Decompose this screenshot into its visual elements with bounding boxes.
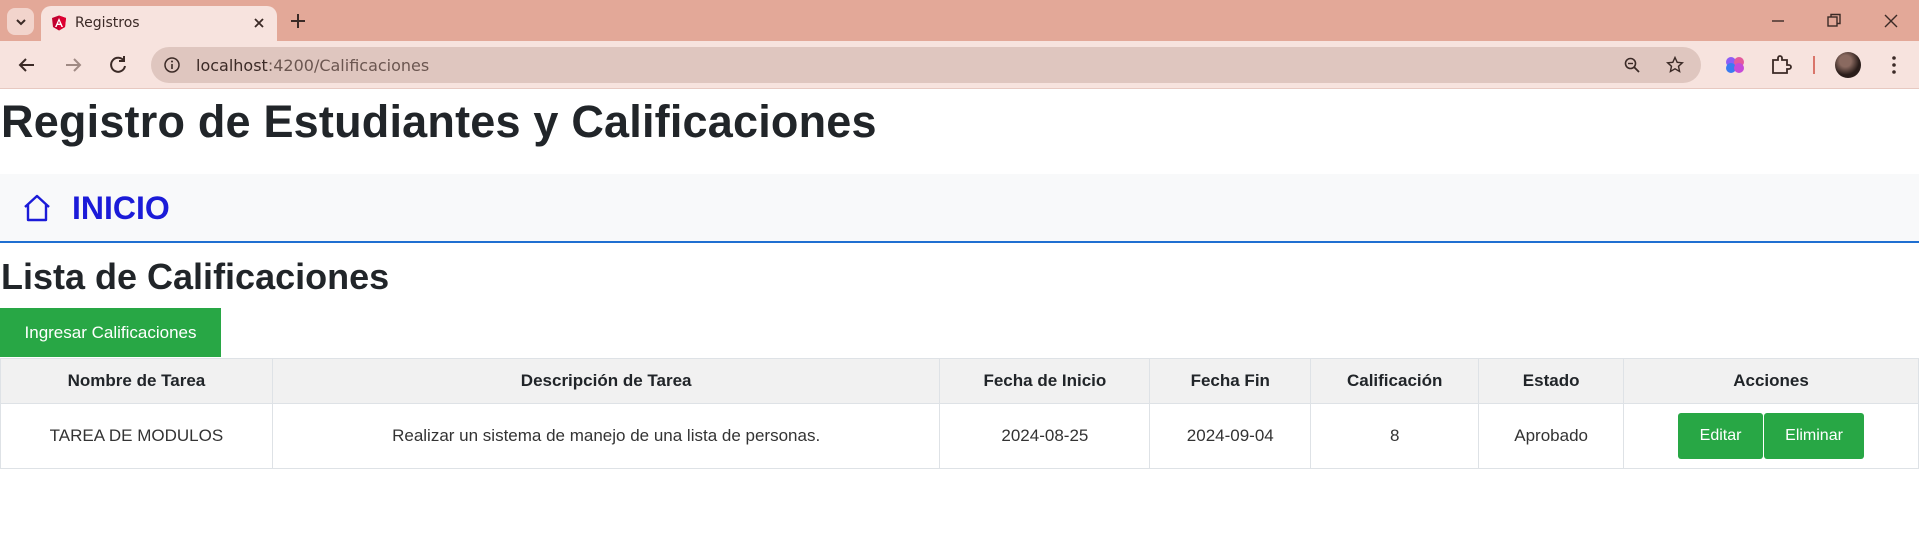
cell-estado: Aprobado: [1478, 403, 1625, 469]
browser-toolbar: localhost:4200/Calificaciones: [0, 41, 1919, 89]
puzzle-icon[interactable]: [1769, 53, 1793, 77]
header-acciones: Acciones: [1623, 358, 1919, 404]
forward-icon[interactable]: [61, 53, 85, 77]
chevron-down-icon: [15, 18, 26, 25]
window-close-icon[interactable]: [1881, 11, 1901, 31]
header-descripcion: Descripción de Tarea: [271, 358, 941, 404]
plus-icon[interactable]: [288, 11, 308, 31]
url-path: :4200/Calificaciones: [267, 56, 430, 75]
tab-list-button[interactable]: [7, 8, 34, 35]
cell-calificacion: 8: [1310, 403, 1480, 469]
restore-icon[interactable]: [1824, 11, 1844, 31]
nav-link-inicio[interactable]: INICIO: [72, 190, 170, 227]
page-content: Registro de Estudiantes y Calificaciones…: [0, 90, 1919, 538]
header-estado: Estado: [1478, 358, 1625, 404]
minimize-icon[interactable]: [1768, 11, 1788, 31]
home-icon[interactable]: [21, 192, 53, 224]
toolbar-separator: [1813, 56, 1815, 74]
cell-nombre: TAREA DE MODULOS: [0, 403, 273, 469]
grades-table: Nombre de Tarea Descripción de Tarea Fec…: [0, 358, 1919, 469]
header-fecha-fin: Fecha Fin: [1149, 358, 1312, 404]
section-title: Lista de Calificaciones: [1, 256, 390, 297]
profile-avatar[interactable]: [1835, 52, 1861, 78]
reload-icon[interactable]: [106, 53, 130, 77]
address-bar[interactable]: localhost:4200/Calificaciones: [151, 47, 1701, 83]
delete-button[interactable]: Eliminar: [1764, 413, 1865, 459]
tab-title: Registros: [75, 15, 140, 31]
page-title: Registro de Estudiantes y Calificaciones: [1, 96, 877, 147]
site-info-icon[interactable]: [163, 56, 181, 74]
angular-favicon-icon: [52, 15, 66, 31]
url-text: localhost:4200/Calificaciones: [196, 56, 429, 75]
browser-tab-bar: Registros: [0, 0, 1919, 41]
menu-dots-icon[interactable]: [1882, 53, 1906, 77]
close-icon[interactable]: [251, 15, 267, 31]
table-row: TAREA DE MODULOS Realizar un sistema de …: [0, 403, 1919, 469]
star-icon[interactable]: [1666, 56, 1684, 74]
cell-descripcion: Realizar un sistema de manejo de una lis…: [271, 403, 941, 469]
header-calificacion: Calificación: [1310, 358, 1480, 404]
table-header-row: Nombre de Tarea Descripción de Tarea Fec…: [0, 358, 1919, 404]
zoom-icon[interactable]: [1623, 56, 1641, 74]
extension-brain-icon[interactable]: [1723, 53, 1747, 77]
edit-button[interactable]: Editar: [1678, 413, 1764, 459]
back-icon[interactable]: [15, 53, 39, 77]
browser-tab[interactable]: Registros: [41, 6, 277, 41]
header-fecha-inicio: Fecha de Inicio: [939, 358, 1151, 404]
url-host: localhost: [196, 56, 268, 75]
cell-fecha-fin: 2024-09-04: [1149, 403, 1312, 469]
cell-fecha-inicio: 2024-08-25: [939, 403, 1151, 469]
cell-acciones: Editar Eliminar: [1623, 403, 1919, 469]
add-grades-button[interactable]: Ingresar Calificaciones: [0, 308, 221, 357]
navbar: INICIO: [0, 174, 1919, 243]
header-nombre: Nombre de Tarea: [0, 358, 273, 404]
